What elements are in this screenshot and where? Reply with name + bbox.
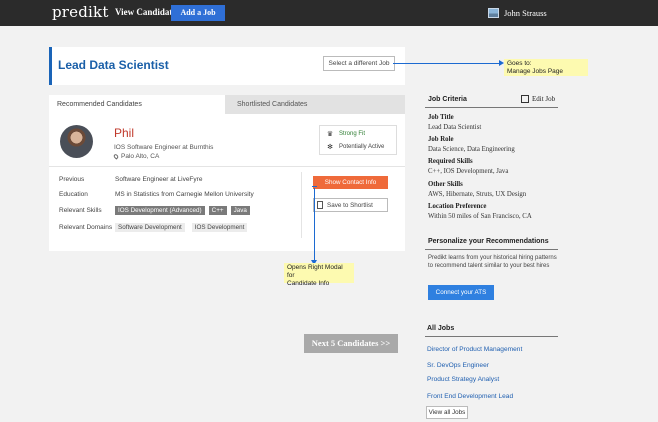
tab-shortlisted-candidates[interactable]: Shortlisted Candidates <box>225 95 405 114</box>
domains-label: Relevant Domains <box>59 224 113 231</box>
criteria-label: Job Role <box>428 136 454 143</box>
edit-job-button[interactable]: Edit Job <box>521 95 555 103</box>
user-avatar-icon <box>488 8 499 18</box>
job-criteria-title: Job Criteria <box>428 96 467 103</box>
job-header: Lead Data Scientist Select a different J… <box>49 47 405 85</box>
criteria-label: Location Preference <box>428 203 487 210</box>
annotation-arrow-cap <box>312 186 317 187</box>
candidate-role: IOS Software Engineer at Burnthis <box>114 144 214 151</box>
section-divider <box>425 249 558 250</box>
edit-icon <box>521 95 529 103</box>
criteria-label: Job Title <box>428 114 454 121</box>
add-job-button[interactable]: Add a Job <box>171 5 225 21</box>
user-menu[interactable]: John Strauss <box>488 6 547 20</box>
section-divider <box>425 336 558 337</box>
annotation-arrow-modal <box>311 188 317 265</box>
annotation-manage-jobs: Goes to: Manage Jobs Page <box>504 59 588 76</box>
user-name: John Strauss <box>504 8 547 18</box>
select-different-job-button[interactable]: Select a different Job <box>323 56 395 71</box>
view-all-jobs-button[interactable]: View all Jobs <box>426 406 468 419</box>
job-link[interactable]: Front End Development Lead <box>427 393 513 400</box>
previous-label: Previous <box>59 176 85 183</box>
candidate-card[interactable]: Phil IOS Software Engineer at Burnthis P… <box>49 114 405 251</box>
personalize-title: Personalize your Recommendations <box>428 238 549 245</box>
previous-value: Software Engineer at LiveFyre <box>115 176 203 183</box>
skill-pill: Java <box>230 206 250 215</box>
fit-row: ♛ Strong Fit <box>325 130 365 138</box>
next-candidates-button[interactable]: Next 5 Candidates >> <box>304 334 398 353</box>
skills-list: IOS Development (Advanced) C++ Java <box>115 206 250 215</box>
criteria-value: Within 50 miles of San Francisco, CA <box>428 213 532 220</box>
candidate-location-text: Palo Alto, CA <box>121 153 160 160</box>
domain-pill: IOS Development <box>191 223 248 232</box>
education-label: Education <box>59 191 88 198</box>
tab-recommended-candidates[interactable]: Recommended Candidates <box>49 95 225 114</box>
save-to-shortlist-label: Save to Shortlist <box>327 201 373 209</box>
criteria-value: Lead Data Scientist <box>428 124 482 131</box>
criteria-value: Data Science, Data Engineering <box>428 146 515 153</box>
all-jobs-title: All Jobs <box>427 325 455 332</box>
fit-status-box: ♛ Strong Fit ✻ Potentially Active <box>319 125 397 155</box>
fit-label: Strong Fit <box>339 131 366 137</box>
job-link[interactable]: Director of Product Management <box>427 346 522 353</box>
skill-pill: C++ <box>208 206 227 215</box>
column-separator <box>301 172 302 238</box>
annotation-arrow-manage <box>393 60 504 66</box>
activity-label: Potentially Active <box>339 144 385 150</box>
candidate-name[interactable]: Phil <box>114 126 134 140</box>
personalize-text: Predikt learns from your historical hiri… <box>428 255 557 269</box>
domain-pill: Software Development <box>115 223 185 232</box>
pin-icon <box>112 153 120 160</box>
show-contact-info-button[interactable]: Show Contact Info <box>313 176 388 189</box>
criteria-label: Other Skills <box>428 181 463 188</box>
candidate-location: Palo Alto, CA <box>112 153 160 160</box>
candidate-photo <box>60 125 93 158</box>
criteria-value: AWS, Hibernate, Struts, UX Design <box>428 191 527 198</box>
skills-label: Relevant Skills <box>59 207 102 214</box>
job-link[interactable]: Product Strategy Analyst <box>427 376 499 383</box>
divider <box>49 166 405 167</box>
candidate-tabs: Recommended Candidates Shortlisted Candi… <box>49 95 405 114</box>
annotation-right-modal: Opens Right Modal for Candidate Info <box>284 263 354 287</box>
criteria-value: C++, IOS Development, Java <box>428 168 509 175</box>
job-link[interactable]: Sr. DevOps Engineer <box>427 362 489 369</box>
criteria-label: Required Skills <box>428 158 473 165</box>
strong-fit-icon: ♛ <box>326 131 334 138</box>
page-title: Lead Data Scientist <box>58 58 169 72</box>
edit-job-label: Edit Job <box>532 95 556 103</box>
active-icon: ✻ <box>327 144 333 151</box>
connect-ats-button[interactable]: Connect your ATS <box>428 285 494 300</box>
education-value: MS in Statistics from Carnegie Mellon Un… <box>115 191 254 198</box>
skill-pill: IOS Development (Advanced) <box>115 206 205 215</box>
domains-list: Software Development IOS Development <box>115 223 248 232</box>
activity-row: ✻ Potentially Active <box>325 143 384 151</box>
top-navbar: predikt View Candidates Add a Job John S… <box>0 0 658 26</box>
save-to-shortlist-button[interactable]: Save to Shortlist <box>313 198 388 212</box>
brand-logo[interactable]: predikt <box>52 3 109 21</box>
bookmark-icon <box>317 201 323 209</box>
section-divider <box>425 107 558 108</box>
